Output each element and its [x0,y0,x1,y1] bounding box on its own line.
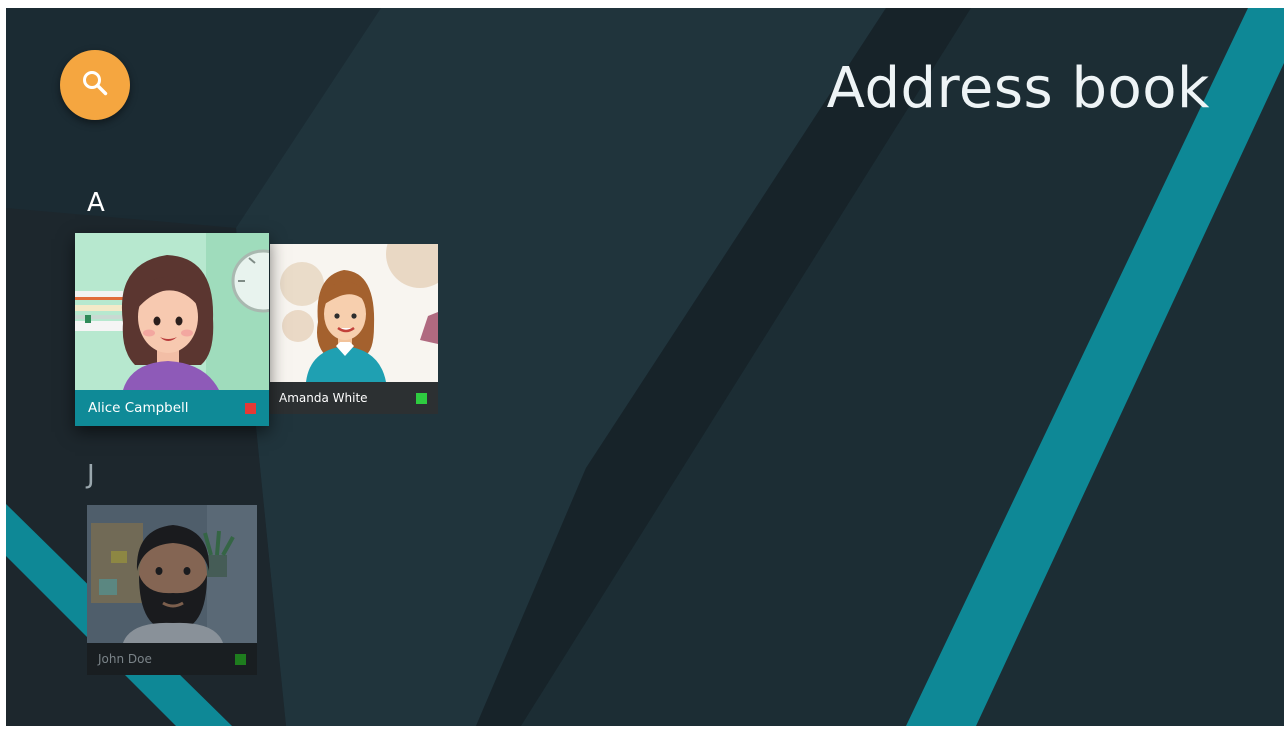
contact-name: John Doe [98,652,152,666]
contact-name: Alice Campbell [88,400,189,416]
contact-card-footer: Alice Campbell [75,390,269,426]
contact-card-amanda-white[interactable]: Amanda White [270,244,438,414]
contact-card-footer: John Doe [87,643,257,675]
section-header-j: J [87,460,95,490]
status-available-indicator [235,653,246,665]
status-available-indicator [416,392,427,404]
contact-name: Amanda White [279,391,368,405]
avatar-amanda-white [270,244,438,382]
status-busy-indicator [245,402,256,414]
address-book-screen: Address book A Amanda White Alice Campbe… [6,8,1284,726]
search-button[interactable] [60,50,130,120]
avatar-alice-campbell [75,233,269,390]
section-header-a: A [87,188,105,218]
page-title: Address book [826,56,1210,121]
contact-card-john-doe[interactable]: John Doe [87,505,257,675]
search-icon [80,68,110,103]
contact-card-alice-campbell[interactable]: Alice Campbell [75,233,269,426]
avatar-john-doe [87,505,257,643]
contact-card-footer: Amanda White [270,382,438,414]
